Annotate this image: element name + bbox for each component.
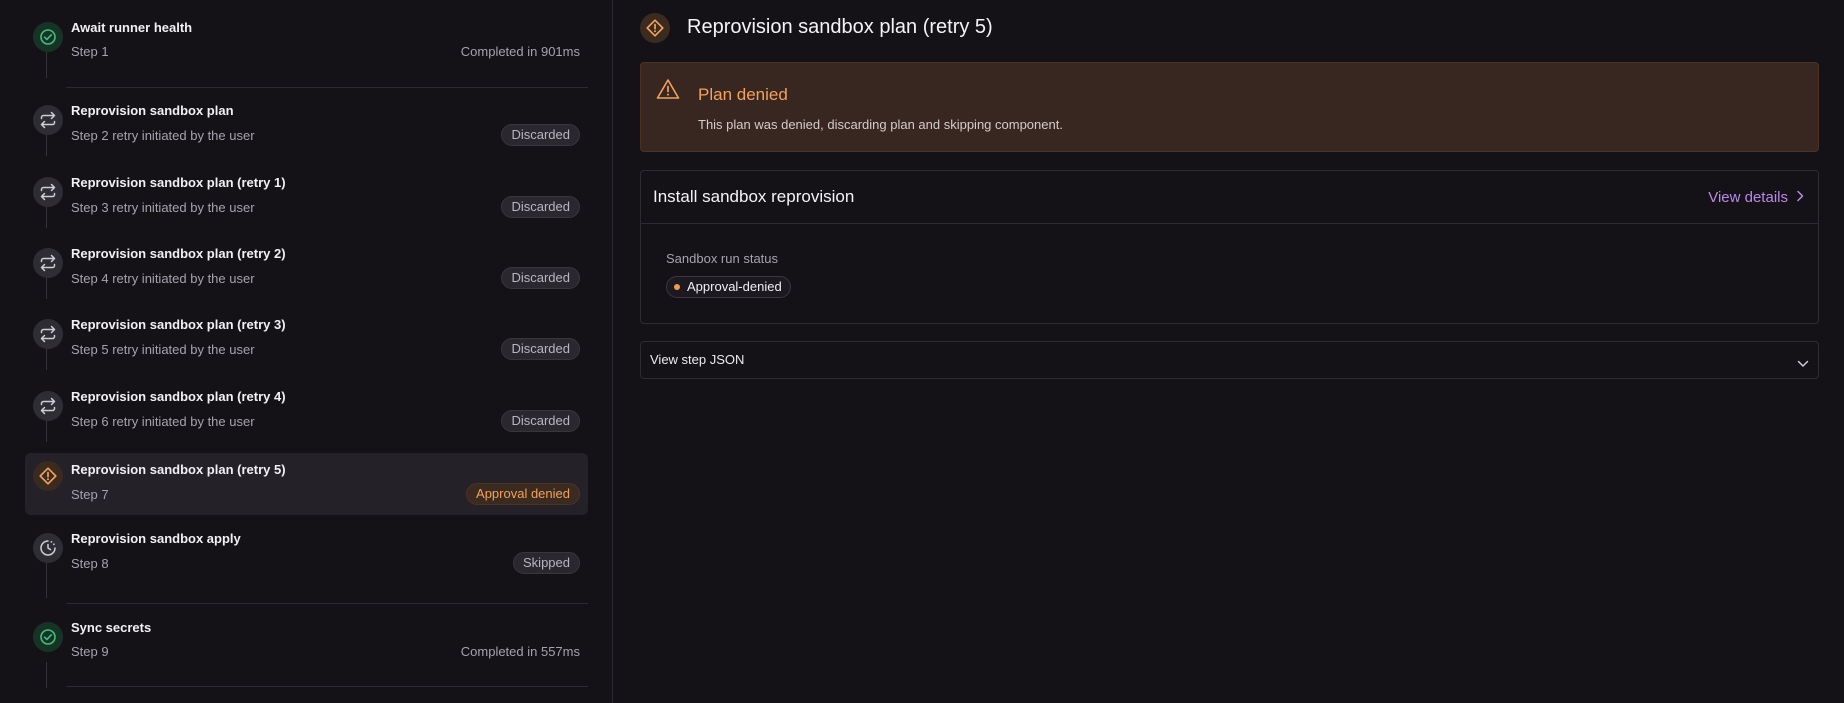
- step-item[interactable]: Reprovision sandbox plan (retry 1) Step …: [25, 170, 588, 232]
- plan-denied-alert: Plan denied This plan was denied, discar…: [640, 62, 1819, 152]
- status-badge: Approval-denied: [666, 276, 791, 298]
- step-item[interactable]: Reprovision sandbox plan (retry 2) Step …: [25, 241, 588, 303]
- retry-icon: [33, 391, 63, 421]
- step-subtitle: Step 4 retry initiated by the user: [71, 271, 255, 286]
- group-divider: [66, 87, 588, 88]
- step-subtitle: Step 1: [71, 44, 109, 59]
- chevron-right-icon: [1796, 189, 1804, 206]
- warning-diamond-icon: [640, 13, 670, 43]
- step-title: Sync secrets: [71, 620, 152, 635]
- status-badge: Discarded: [501, 267, 580, 289]
- warning-diamond-icon: [33, 461, 63, 491]
- step-subtitle: Step 7: [71, 487, 109, 502]
- view-step-json-toggle[interactable]: View step JSON: [640, 341, 1819, 379]
- alert-title: Plan denied: [698, 85, 788, 104]
- status-dot-icon: [674, 284, 680, 290]
- accordion-label: View step JSON: [650, 352, 745, 367]
- retry-icon: [33, 248, 63, 278]
- step-item[interactable]: Await runner health Step 1 Completed in …: [25, 15, 588, 77]
- status-badge: Discarded: [501, 124, 580, 146]
- step-subtitle: Step 2 retry initiated by the user: [71, 128, 255, 143]
- card-title: Install sandbox reprovision: [653, 187, 855, 206]
- step-duration: Completed in 901ms: [460, 44, 580, 59]
- retry-icon: [33, 105, 63, 135]
- status-badge: Discarded: [501, 338, 580, 360]
- step-title: Reprovision sandbox plan (retry 1): [71, 175, 286, 190]
- steps-panel: Await runner health Step 1 Completed in …: [0, 0, 613, 703]
- status-badge: Skipped: [513, 552, 580, 574]
- step-subtitle: Step 3 retry initiated by the user: [71, 200, 255, 215]
- pending-clock-icon: [33, 533, 63, 563]
- warning-triangle-icon: [656, 78, 680, 105]
- view-details-label: View details: [1708, 189, 1788, 206]
- step-item[interactable]: Reprovision sandbox plan (retry 4) Step …: [25, 384, 588, 446]
- step-title: Await runner health: [71, 20, 193, 35]
- status-text: Approval-denied: [687, 279, 782, 294]
- step-title: Reprovision sandbox plan (retry 3): [71, 317, 286, 332]
- group-divider: [66, 686, 588, 687]
- card-header: Install sandbox reprovision View details: [641, 171, 1818, 224]
- status-badge: Discarded: [501, 196, 580, 218]
- step-subtitle: Step 9: [71, 644, 109, 659]
- retry-icon: [33, 177, 63, 207]
- step-title: Reprovision sandbox plan (retry 4): [71, 389, 286, 404]
- step-subtitle: Step 5 retry initiated by the user: [71, 342, 255, 357]
- step-subtitle: Step 8: [71, 556, 109, 571]
- chevron-down-icon: [1797, 355, 1809, 373]
- view-details-link[interactable]: View details: [1708, 189, 1804, 206]
- check-circle-icon: [33, 622, 63, 652]
- step-title: Reprovision sandbox apply: [71, 531, 241, 546]
- retry-icon: [33, 319, 63, 349]
- alert-message: This plan was denied, discarding plan an…: [698, 117, 1063, 132]
- step-item[interactable]: Reprovision sandbox plan Step 2 retry in…: [25, 98, 588, 160]
- step-subtitle: Step 6 retry initiated by the user: [71, 414, 255, 429]
- field-label: Sandbox run status: [666, 251, 779, 266]
- page-title: Reprovision sandbox plan (retry 5): [687, 16, 993, 38]
- step-title: Reprovision sandbox plan: [71, 103, 234, 118]
- group-divider: [66, 603, 588, 604]
- status-badge: Discarded: [501, 410, 580, 432]
- step-detail-panel: Reprovision sandbox plan (retry 5) Plan …: [614, 0, 1844, 703]
- install-card: Install sandbox reprovision View details…: [640, 170, 1819, 324]
- step-item[interactable]: Sync secrets Step 9 Completed in 557ms: [25, 615, 588, 677]
- step-item[interactable]: Reprovision sandbox apply Step 8 Skipped: [25, 526, 588, 588]
- step-item[interactable]: Reprovision sandbox plan (retry 3) Step …: [25, 312, 588, 374]
- check-circle-icon: [33, 22, 63, 52]
- step-item-selected[interactable]: Reprovision sandbox plan (retry 5) Step …: [25, 453, 588, 515]
- step-title: Reprovision sandbox plan (retry 5): [71, 462, 286, 477]
- step-duration: Completed in 557ms: [460, 644, 580, 659]
- status-badge: Approval denied: [466, 483, 580, 505]
- step-title: Reprovision sandbox plan (retry 2): [71, 246, 286, 261]
